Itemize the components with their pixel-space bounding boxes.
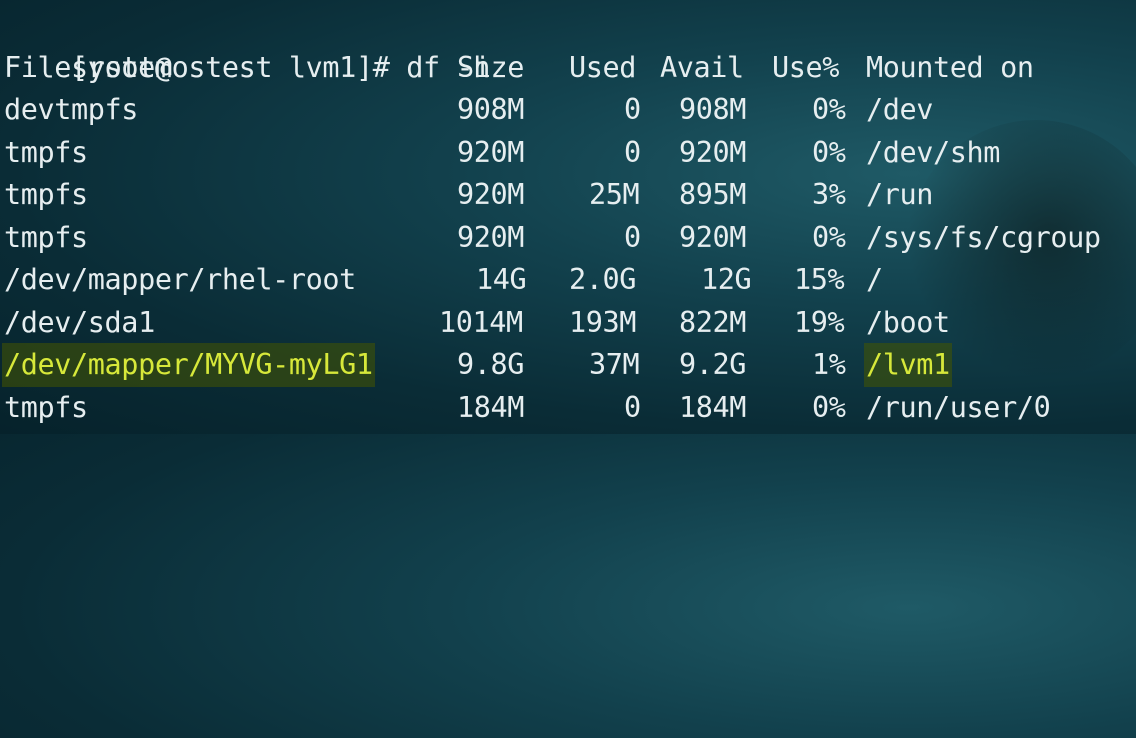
used-cell: 0 — [624, 93, 641, 126]
avail-cell: 12G — [701, 263, 752, 296]
mount-cell: /dev — [866, 93, 934, 126]
mount-cell: /boot — [866, 306, 950, 339]
filesystem-cell: /dev/mapper/rhel-root — [4, 263, 356, 296]
mount-cell: /sys/fs/cgroup — [866, 221, 1101, 254]
avail-cell: 920M — [679, 136, 747, 169]
size-cell: 920M — [457, 136, 525, 169]
use-percent-cell: 3% — [812, 178, 846, 211]
avail-cell: 895M — [679, 178, 747, 211]
table-row: /dev/sda1 1014M 193M 822M 19% /boot — [4, 301, 950, 345]
filesystem-cell-highlighted: /dev/mapper/MYVG-myLG1 — [2, 343, 375, 387]
avail-cell: 920M — [679, 221, 747, 254]
mount-cell: /run — [866, 178, 934, 211]
avail-cell: 184M — [679, 391, 747, 424]
header-filesystem: Filesystem — [4, 51, 172, 84]
header-use-percent: Use% — [772, 51, 840, 84]
header-avail: Avail — [660, 51, 744, 84]
size-cell: 9.8G — [457, 348, 525, 381]
size-cell: 14G — [476, 263, 527, 296]
size-cell: 920M — [457, 178, 525, 211]
mount-cell-highlighted: /lvm1 — [864, 343, 952, 387]
avail-cell: 908M — [679, 93, 747, 126]
use-percent-cell: 0% — [812, 221, 846, 254]
size-cell: 1014M — [439, 306, 523, 339]
used-cell: 0 — [624, 136, 641, 169]
used-cell: 193M — [569, 306, 637, 339]
use-percent-cell: 0% — [812, 391, 846, 424]
use-percent-cell: 15% — [794, 263, 845, 296]
size-cell: 184M — [457, 391, 525, 424]
use-percent-cell: 0% — [812, 93, 846, 126]
header-mounted-on: Mounted on — [866, 51, 1034, 84]
filesystem-cell: tmpfs — [4, 178, 88, 211]
mount-cell: / — [866, 263, 883, 296]
table-row-highlighted: /dev/mapper/MYVG-myLG1 9.8G 37M 9.2G 1% … — [2, 343, 952, 387]
size-cell: 920M — [457, 221, 525, 254]
table-header-row: Filesystem Size Used Avail Use% Mounted … — [4, 46, 1034, 90]
use-percent-cell: 1% — [812, 348, 846, 381]
used-cell: 0 — [624, 391, 641, 424]
command-prompt-line: [root@ostest lvm1]# df -h — [4, 2, 490, 84]
table-row: /dev/mapper/rhel-root 14G 2.0G 12G 15% / — [4, 258, 883, 302]
avail-cell: 9.2G — [679, 348, 747, 381]
table-row: tmpfs 184M 0 184M 0% /run/user/0 — [4, 386, 1051, 430]
mount-cell: /dev/shm — [866, 136, 1001, 169]
use-percent-cell: 0% — [812, 136, 846, 169]
filesystem-cell: tmpfs — [4, 391, 88, 424]
use-percent-cell: 19% — [794, 306, 845, 339]
filesystem-cell: tmpfs — [4, 136, 88, 169]
table-row: devtmpfs 908M 0 908M 0% /dev — [4, 88, 933, 132]
avail-cell: 822M — [679, 306, 747, 339]
used-cell: 2.0G — [569, 263, 637, 296]
table-row: tmpfs 920M 0 920M 0% /sys/fs/cgroup — [4, 216, 1101, 260]
used-cell: 25M — [589, 178, 640, 211]
header-size: Size — [457, 51, 525, 84]
filesystem-cell: tmpfs — [4, 221, 88, 254]
used-cell: 37M — [589, 348, 640, 381]
terminal-window[interactable]: [root@ostest lvm1]# df -h Filesystem Siz… — [0, 0, 1136, 434]
table-row: tmpfs 920M 0 920M 0% /dev/shm — [4, 131, 1000, 175]
filesystem-cell: /dev/sda1 — [4, 306, 155, 339]
used-cell: 0 — [624, 221, 641, 254]
size-cell: 908M — [457, 93, 525, 126]
mount-cell: /run/user/0 — [866, 391, 1051, 424]
filesystem-cell: devtmpfs — [4, 93, 139, 126]
table-row: tmpfs 920M 25M 895M 3% /run — [4, 173, 933, 217]
header-used: Used — [569, 51, 637, 84]
